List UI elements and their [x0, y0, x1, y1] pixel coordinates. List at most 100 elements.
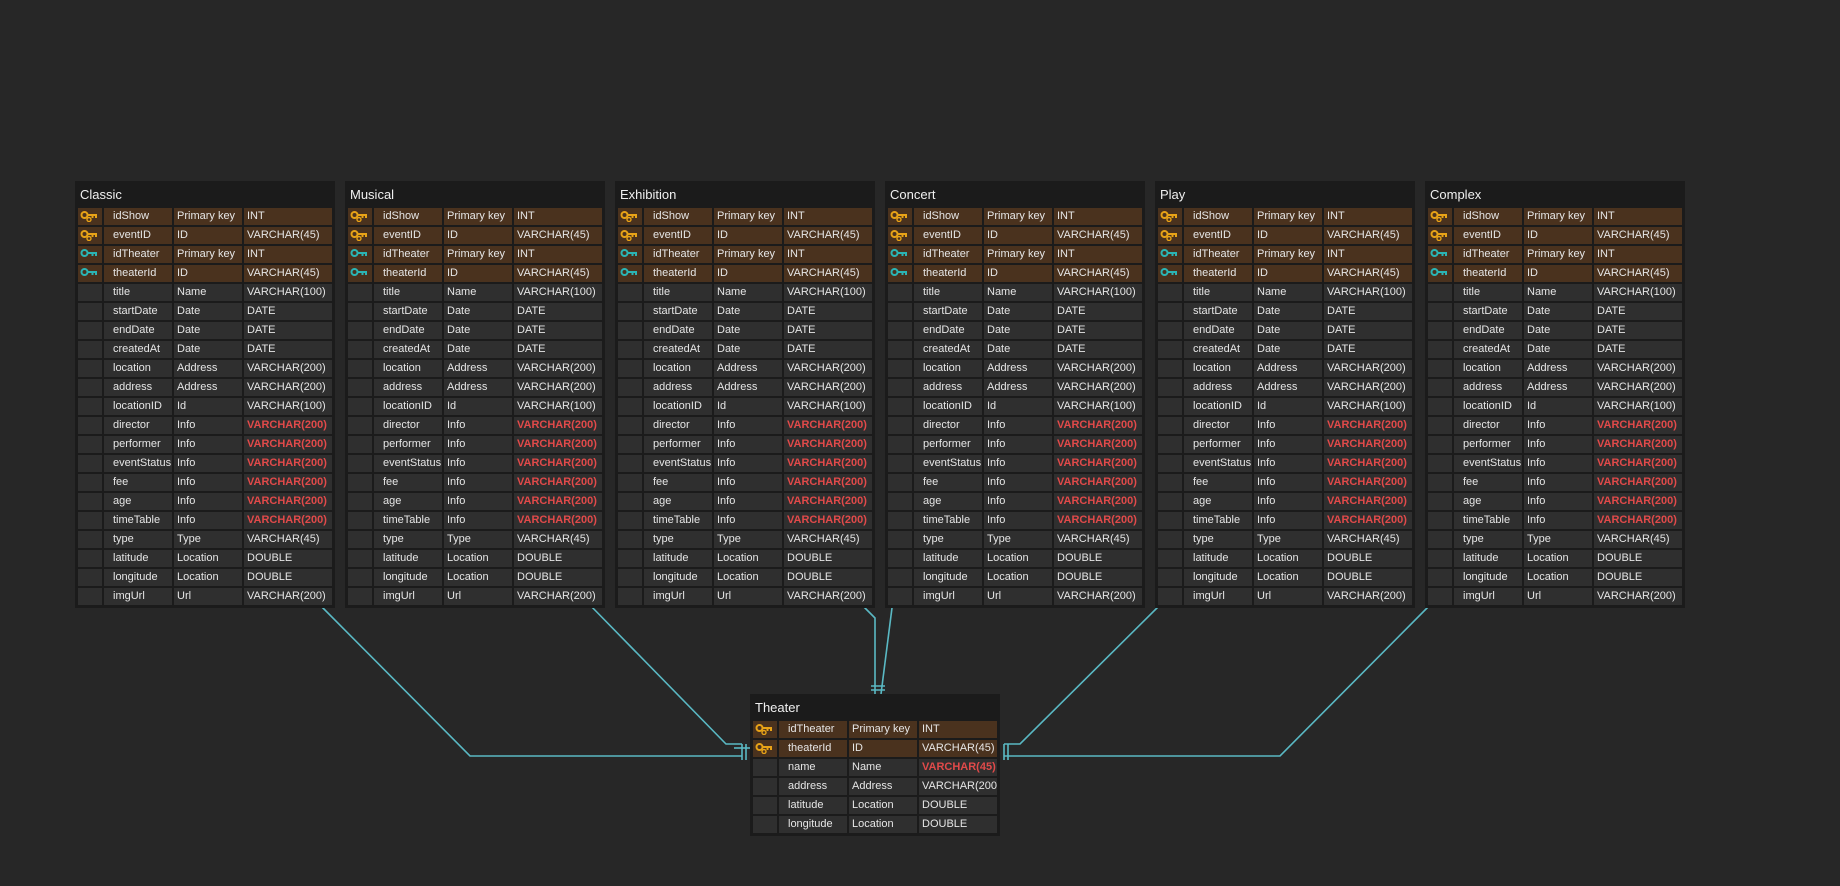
- column-row[interactable]: createdAt Date DATE: [78, 340, 332, 359]
- column-row[interactable]: eventID ID VARCHAR(45): [1428, 226, 1682, 245]
- column-row[interactable]: location Address VARCHAR(200): [78, 359, 332, 378]
- column-row[interactable]: longitude Location DOUBLE: [78, 568, 332, 587]
- table-title[interactable]: Play: [1157, 183, 1413, 207]
- column-row[interactable]: type Type VARCHAR(45): [78, 530, 332, 549]
- column-row[interactable]: idTheater Primary key INT: [888, 245, 1142, 264]
- column-row[interactable]: endDate Date DATE: [1158, 321, 1412, 340]
- column-row[interactable]: age Info VARCHAR(200): [1428, 492, 1682, 511]
- column-row[interactable]: eventID ID VARCHAR(45): [78, 226, 332, 245]
- relation-exhibition-theater[interactable]: [856, 599, 876, 694]
- column-row[interactable]: theaterId ID VARCHAR(45): [348, 264, 602, 283]
- column-row[interactable]: createdAt Date DATE: [348, 340, 602, 359]
- column-row[interactable]: createdAt Date DATE: [1158, 340, 1412, 359]
- column-row[interactable]: latitude Location DOUBLE: [348, 549, 602, 568]
- column-row[interactable]: idShow Primary key INT: [618, 207, 872, 226]
- table-concert[interactable]: Concert idShow Primary key INT eventID ID VARC…: [885, 181, 1145, 608]
- column-row[interactable]: type Type VARCHAR(45): [1158, 530, 1412, 549]
- column-row[interactable]: timeTable Info VARCHAR(200): [1158, 511, 1412, 530]
- column-row[interactable]: latitude Location DOUBLE: [78, 549, 332, 568]
- column-row[interactable]: title Name VARCHAR(100): [1158, 283, 1412, 302]
- column-row[interactable]: latitude Location DOUBLE: [753, 796, 997, 815]
- column-row[interactable]: longitude Location DOUBLE: [1428, 568, 1682, 587]
- column-row[interactable]: endDate Date DATE: [618, 321, 872, 340]
- table-classic[interactable]: Classic idShow Primary key INT eventID ID VARC…: [75, 181, 335, 608]
- relation-concert-theater[interactable]: [880, 599, 894, 695]
- column-row[interactable]: type Type VARCHAR(45): [348, 530, 602, 549]
- column-row[interactable]: createdAt Date DATE: [888, 340, 1142, 359]
- column-row[interactable]: longitude Location DOUBLE: [1158, 568, 1412, 587]
- column-row[interactable]: startDate Date DATE: [78, 302, 332, 321]
- column-row[interactable]: idTheater Primary key INT: [348, 245, 602, 264]
- column-row[interactable]: age Info VARCHAR(200): [888, 492, 1142, 511]
- column-row[interactable]: createdAt Date DATE: [1428, 340, 1682, 359]
- table-title[interactable]: Classic: [77, 183, 333, 207]
- column-row[interactable]: age Info VARCHAR(200): [618, 492, 872, 511]
- column-row[interactable]: location Address VARCHAR(200): [888, 359, 1142, 378]
- column-row[interactable]: theaterId ID VARCHAR(45): [753, 739, 997, 758]
- column-row[interactable]: address Address VARCHAR(200): [348, 378, 602, 397]
- column-row[interactable]: location Address VARCHAR(200): [1428, 359, 1682, 378]
- column-row[interactable]: eventStatus Info VARCHAR(200): [348, 454, 602, 473]
- column-row[interactable]: imgUrl Url VARCHAR(200): [348, 587, 602, 606]
- column-row[interactable]: age Info VARCHAR(200): [348, 492, 602, 511]
- column-row[interactable]: idShow Primary key INT: [888, 207, 1142, 226]
- column-row[interactable]: eventStatus Info VARCHAR(200): [618, 454, 872, 473]
- column-row[interactable]: performer Info VARCHAR(200): [348, 435, 602, 454]
- column-row[interactable]: theaterId ID VARCHAR(45): [618, 264, 872, 283]
- column-row[interactable]: latitude Location DOUBLE: [1428, 549, 1682, 568]
- column-row[interactable]: startDate Date DATE: [1428, 302, 1682, 321]
- column-row[interactable]: idTheater Primary key INT: [1158, 245, 1412, 264]
- column-row[interactable]: eventID ID VARCHAR(45): [888, 226, 1142, 245]
- column-row[interactable]: location Address VARCHAR(200): [348, 359, 602, 378]
- theater-top-one-bars[interactable]: [871, 685, 885, 691]
- column-row[interactable]: performer Info VARCHAR(200): [78, 435, 332, 454]
- column-row[interactable]: name Name VARCHAR(45): [753, 758, 997, 777]
- column-row[interactable]: age Info VARCHAR(200): [78, 492, 332, 511]
- column-row[interactable]: endDate Date DATE: [78, 321, 332, 340]
- column-row[interactable]: director Info VARCHAR(200): [618, 416, 872, 435]
- column-row[interactable]: idShow Primary key INT: [348, 207, 602, 226]
- column-row[interactable]: eventStatus Info VARCHAR(200): [78, 454, 332, 473]
- column-row[interactable]: address Address VARCHAR(200): [1428, 378, 1682, 397]
- column-row[interactable]: type Type VARCHAR(45): [618, 530, 872, 549]
- column-row[interactable]: theaterId ID VARCHAR(45): [1158, 264, 1412, 283]
- relation-play-theater[interactable]: [1004, 601, 1164, 745]
- column-row[interactable]: imgUrl Url VARCHAR(200): [888, 587, 1142, 606]
- table-play[interactable]: Play idShow Primary key INT eventID ID VARCHAR…: [1155, 181, 1415, 608]
- column-row[interactable]: endDate Date DATE: [348, 321, 602, 340]
- column-row[interactable]: timeTable Info VARCHAR(200): [618, 511, 872, 530]
- relation-musical-theater[interactable]: [586, 601, 742, 745]
- column-row[interactable]: director Info VARCHAR(200): [1158, 416, 1412, 435]
- column-row[interactable]: eventID ID VARCHAR(45): [618, 226, 872, 245]
- column-row[interactable]: startDate Date DATE: [618, 302, 872, 321]
- column-row[interactable]: address Address VARCHAR(200): [1158, 378, 1412, 397]
- column-row[interactable]: fee Info VARCHAR(200): [618, 473, 872, 492]
- column-row[interactable]: fee Info VARCHAR(200): [78, 473, 332, 492]
- column-row[interactable]: startDate Date DATE: [348, 302, 602, 321]
- column-row[interactable]: longitude Location DOUBLE: [753, 815, 997, 834]
- column-row[interactable]: idShow Primary key INT: [1428, 207, 1682, 226]
- column-row[interactable]: idTheater Primary key INT: [618, 245, 872, 264]
- column-row[interactable]: fee Info VARCHAR(200): [888, 473, 1142, 492]
- table-theater[interactable]: Theater idTheater Primary key INT theaterId I…: [750, 694, 1000, 836]
- column-row[interactable]: idShow Primary key INT: [78, 207, 332, 226]
- column-row[interactable]: latitude Location DOUBLE: [1158, 549, 1412, 568]
- column-row[interactable]: longitude Location DOUBLE: [348, 568, 602, 587]
- table-musical[interactable]: Musical idShow Primary key INT eventID ID VARC…: [345, 181, 605, 608]
- column-row[interactable]: latitude Location DOUBLE: [888, 549, 1142, 568]
- column-row[interactable]: title Name VARCHAR(100): [78, 283, 332, 302]
- column-row[interactable]: locationID Id VARCHAR(100): [888, 397, 1142, 416]
- column-row[interactable]: startDate Date DATE: [888, 302, 1142, 321]
- table-title[interactable]: Complex: [1427, 183, 1683, 207]
- column-row[interactable]: title Name VARCHAR(100): [1428, 283, 1682, 302]
- column-row[interactable]: title Name VARCHAR(100): [888, 283, 1142, 302]
- column-row[interactable]: address Address VARCHAR(200): [888, 378, 1142, 397]
- column-row[interactable]: eventID ID VARCHAR(45): [1158, 226, 1412, 245]
- column-row[interactable]: director Info VARCHAR(200): [348, 416, 602, 435]
- column-row[interactable]: director Info VARCHAR(200): [78, 416, 332, 435]
- column-row[interactable]: address Address VARCHAR(200): [618, 378, 872, 397]
- table-complex[interactable]: Complex idShow Primary key INT eventID ID VARC…: [1425, 181, 1685, 608]
- column-row[interactable]: type Type VARCHAR(45): [1428, 530, 1682, 549]
- column-row[interactable]: eventStatus Info VARCHAR(200): [888, 454, 1142, 473]
- column-row[interactable]: location Address VARCHAR(200): [618, 359, 872, 378]
